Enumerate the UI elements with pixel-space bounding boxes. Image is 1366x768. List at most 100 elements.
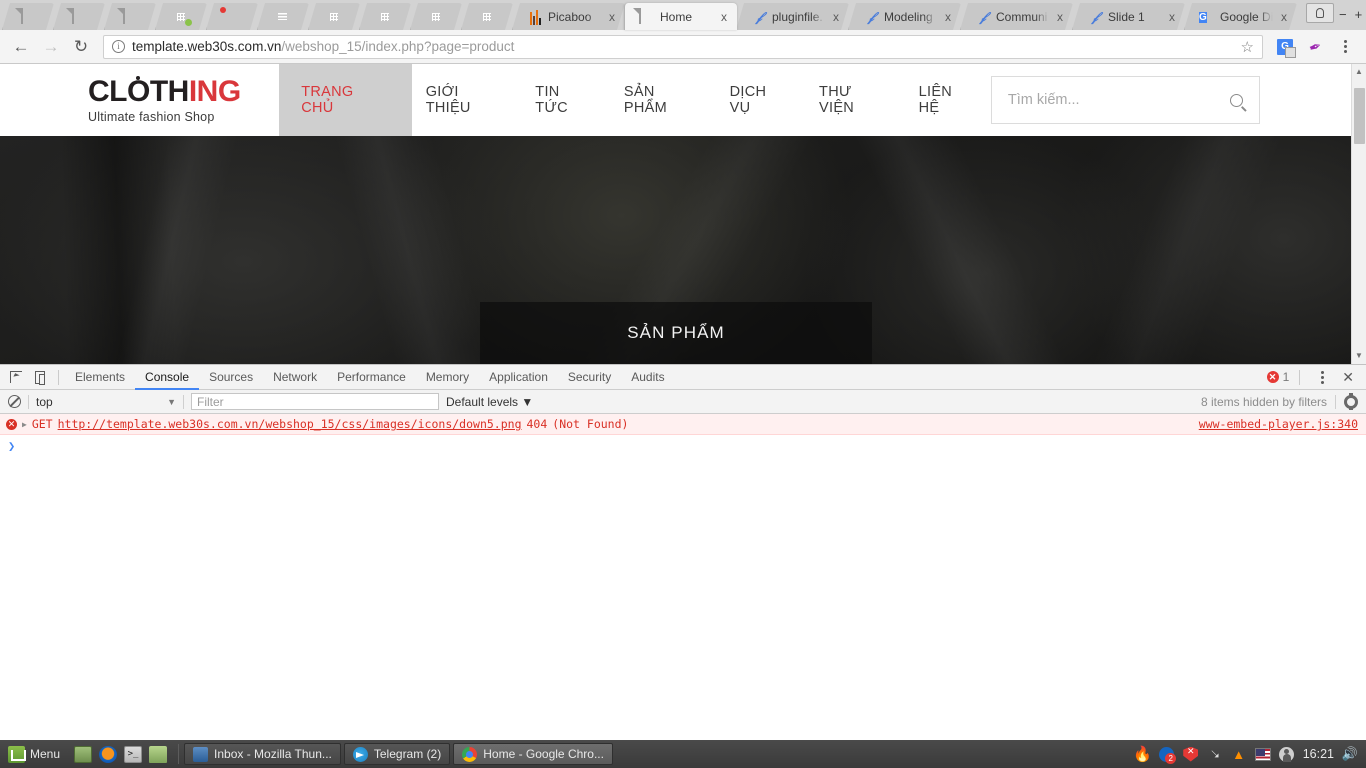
bookmark-star-icon[interactable]: ☆ (1241, 38, 1254, 56)
maximize-button[interactable]: + (1352, 7, 1366, 22)
console-filter-input[interactable] (191, 393, 439, 410)
browser-tab[interactable] (461, 3, 513, 30)
tab-close-icon[interactable]: x (1166, 10, 1178, 24)
search-input[interactable] (1007, 92, 1230, 108)
reload-button[interactable]: ↻ (68, 34, 94, 60)
devtools-tab-elements[interactable]: Elements (65, 365, 135, 390)
devtools-more-menu-button[interactable] (1310, 366, 1334, 388)
taskbar-window-telegram[interactable]: Telegram (2) (343, 743, 451, 765)
browser-tab[interactable] (104, 3, 156, 30)
scroll-down-arrow-icon[interactable]: ▼ (1355, 348, 1363, 364)
user-icon[interactable] (1279, 746, 1295, 762)
console-context-select[interactable]: top ▼ (36, 395, 176, 409)
pen-tray-icon[interactable]: ➝ (1203, 743, 1226, 766)
shield-tray-icon[interactable] (1183, 746, 1199, 762)
browser-tab[interactable] (53, 3, 105, 30)
devtools-tab-security[interactable]: Security (558, 365, 621, 390)
tab-close-icon[interactable]: x (1278, 10, 1290, 24)
devtools-tab-sources[interactable]: Sources (199, 365, 263, 390)
devtools-tab-memory[interactable]: Memory (416, 365, 479, 390)
scroll-up-arrow-icon[interactable]: ▲ (1355, 64, 1363, 80)
clear-console-icon[interactable] (8, 395, 21, 408)
browser-tab[interactable] (206, 3, 258, 30)
devtools-tab-console[interactable]: Console (135, 365, 199, 390)
nav-item-trang-chu[interactable]: TRANG CHỦ (279, 64, 412, 136)
browser-tab[interactable] (308, 3, 360, 30)
back-button[interactable]: ← (8, 34, 34, 60)
browser-tab-pluginfile[interactable]: 𝒻 pluginfile. x (736, 3, 849, 30)
logo-part-red: ING (188, 74, 241, 108)
site-logo[interactable]: CL O TH ING Ultimate fashion Shop (80, 64, 289, 136)
expand-arrow-icon[interactable]: ▶ (22, 420, 27, 429)
forward-button[interactable]: → (38, 34, 64, 60)
logo-wordmark: CL O TH ING (88, 74, 289, 108)
volume-icon[interactable]: 🔊 (1342, 746, 1358, 762)
nav-item-thu-vien[interactable]: THƯ VIỆN (805, 64, 905, 136)
device-toolbar-icon[interactable] (28, 366, 52, 388)
browser-tab[interactable] (2, 3, 54, 30)
chrome-menu-button[interactable] (1332, 34, 1358, 60)
devtools-tab-network[interactable]: Network (263, 365, 327, 390)
tab-close-icon[interactable]: x (942, 10, 954, 24)
tab-close-icon[interactable]: x (830, 10, 842, 24)
devtools-tab-audits[interactable]: Audits (621, 365, 674, 390)
us-flag-icon[interactable] (1254, 746, 1271, 762)
console-prompt-row[interactable]: ❯ (0, 435, 1366, 457)
tab-close-icon[interactable]: x (718, 10, 730, 24)
browser-tab[interactable] (155, 3, 207, 30)
files-icon[interactable] (149, 745, 168, 763)
console-levels-dropdown[interactable]: Default levels ▼ (446, 395, 533, 409)
nav-item-tin-tuc[interactable]: TIN TỨC (521, 64, 610, 136)
browser-tab[interactable] (410, 3, 462, 30)
thunderbird-icon (193, 746, 209, 762)
site-search-box[interactable] (990, 76, 1260, 124)
feather-extension-icon[interactable]: ✒ (1302, 34, 1328, 60)
console-message-row[interactable]: ✕ ▶ GET http://template.web30s.com.vn/we… (0, 414, 1366, 435)
terminal-icon[interactable]: >_ (124, 745, 143, 763)
tab-close-icon[interactable]: x (1054, 10, 1066, 24)
firefox-icon[interactable] (99, 745, 118, 763)
browser-tab[interactable] (359, 3, 411, 30)
tab-close-icon[interactable]: x (606, 10, 618, 24)
site-info-icon[interactable]: i (112, 40, 125, 53)
translate-extension-icon[interactable]: G (1272, 34, 1298, 60)
window-title: Inbox - Mozilla Thun... (214, 747, 332, 761)
error-count-badge[interactable]: ✕ 1 (1266, 370, 1289, 384)
nav-item-dich-vu[interactable]: DỊCH VỤ (716, 64, 805, 136)
profile-avatar-icon[interactable] (1306, 3, 1334, 23)
address-bar[interactable]: i template.web30s.com.vn/webshop_15/inde… (103, 34, 1263, 59)
nav-item-gioi-thieu[interactable]: GIỚI THIỆU (412, 64, 522, 136)
flame-tray-icon[interactable]: 🔥 (1133, 746, 1152, 763)
devtools-close-button[interactable]: ✕ (1338, 369, 1358, 386)
browser-tab-google-drive[interactable]: G Google Di x (1184, 3, 1297, 30)
search-icon[interactable] (1230, 93, 1243, 107)
browser-tab-modeling[interactable]: 𝒻 Modeling x (848, 3, 961, 30)
nav-item-san-pham[interactable]: SẢN PHẨM (610, 64, 716, 136)
url-host: template.web30s.com.vn (132, 39, 282, 54)
inspect-element-icon[interactable] (4, 366, 28, 388)
start-menu-button[interactable]: Menu (0, 740, 68, 768)
gear-icon[interactable] (1344, 393, 1358, 410)
console-message-url[interactable]: http://template.web30s.com.vn/webshop_15… (58, 417, 522, 431)
vlc-tray-icon[interactable]: ▲ (1231, 746, 1247, 762)
page-scrollbar[interactable]: ▲ ▼ (1351, 64, 1366, 364)
devtools-tab-performance[interactable]: Performance (327, 365, 416, 390)
browser-tab-picaboo[interactable]: Picaboo x (512, 3, 625, 30)
show-desktop-icon[interactable] (74, 745, 93, 763)
browser-tab[interactable] (257, 3, 309, 30)
browser-tab-home[interactable]: Home x (624, 3, 737, 30)
minimize-button[interactable]: − (1336, 7, 1350, 22)
tab-title: pluginfile. (772, 9, 823, 24)
taskbar-window-chrome[interactable]: Home - Google Chro... (453, 743, 613, 765)
notification-tray-icon[interactable]: 2 (1159, 746, 1177, 764)
taskbar-window-thunderbird[interactable]: Inbox - Mozilla Thun... (184, 743, 341, 765)
taskbar-clock[interactable]: 16:21 (1303, 747, 1334, 761)
console-message-source-link[interactable]: www-embed-player.js:340 (1199, 417, 1358, 431)
browser-tab-slide1[interactable]: 𝒻 Slide 1 x (1072, 3, 1185, 30)
devtools-tab-application[interactable]: Application (479, 365, 558, 390)
scrollbar-track[interactable] (1352, 80, 1366, 348)
scrollbar-thumb[interactable] (1354, 88, 1365, 144)
browser-tab-communi[interactable]: 𝒻 Communi x (960, 3, 1073, 30)
nav-item-lien-he[interactable]: LIÊN HỆ (905, 64, 991, 136)
picaboo-icon (527, 9, 543, 25)
